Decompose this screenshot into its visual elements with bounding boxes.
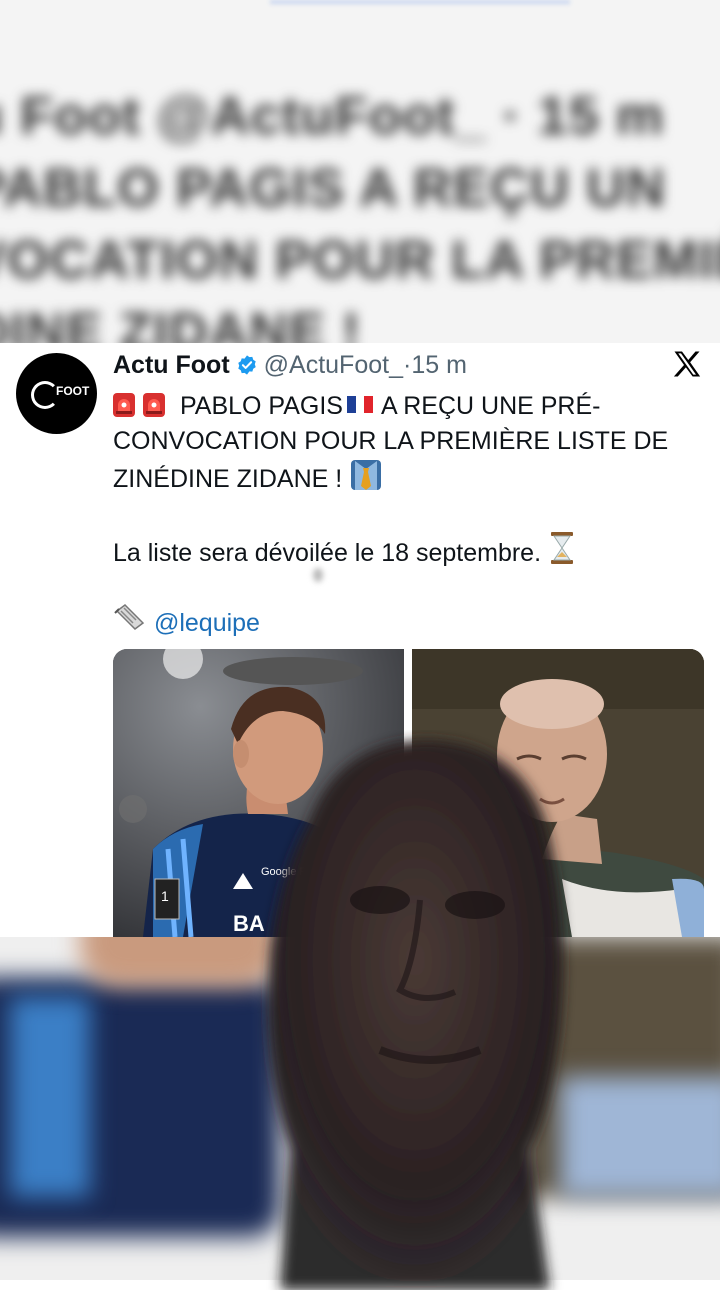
blurred-text: u Foot @ActuFoot_ · 15 m PABLO PAGIS A R… [0,80,720,343]
blurred-line-2: PABLO PAGIS A REÇU UN [0,158,667,218]
author-name[interactable]: Actu Foot [113,351,230,380]
siren-icon [113,393,135,417]
tweet-line-3-text: ZINÉDINE ZIDANE ! [113,465,343,493]
newspaper-icon [114,604,145,630]
progress-bar [270,0,570,4]
avatar-label: FOOT [56,384,90,398]
hourglass-icon [550,532,573,564]
tweet-line-1-text: PABLO PAGIS [179,392,343,420]
separator-dot: · [402,350,412,379]
logo-ring-icon [31,381,59,409]
tweet-header: Actu Foot @ActuFoot_ · 15 m [113,349,467,381]
x-logo-icon[interactable] [672,349,702,379]
author-handle[interactable]: @ActuFoot_ [264,351,403,380]
blurred-line-1: u Foot @ActuFoot_ · 15 m [0,86,665,146]
blurred-shirt-stripe [10,997,90,1197]
tweet-line-4: La liste sera dévoilée le 18 septembre. [113,531,708,567]
tweet-text: PABLO PAGIS A REÇU UNE PRÉ- CONVOCATION P… [113,387,708,639]
france-flag-icon [346,387,373,413]
blurred-background-top: u Foot @ActuFoot_ · 15 m PABLO PAGIS A R… [0,0,720,343]
tweet-time[interactable]: 15 m [411,351,467,380]
verified-badge-icon [237,355,256,375]
tweet-line-1b-text: A REÇU UNE PRÉ- [380,392,601,420]
tweet-line-5: @lequipe [113,603,708,639]
screen-smudge [313,568,323,582]
ligue-badge-text: 1 [161,888,169,904]
necktie-icon [351,460,382,490]
blurred-line-3: VOCATION POUR LA PREMIÈ [0,230,720,290]
siren-icon-2 [143,393,165,417]
blurred-line-4: DINE ZIDANE ! [0,302,361,343]
tweet-line-3: ZINÉDINE ZIDANE ! [113,459,708,495]
tweet-line-2: CONVOCATION POUR LA PREMIÈRE LISTE DE [113,427,669,455]
creator-camera-overlay [267,740,564,1290]
tweet-line-4-text: La liste sera dévoilée le 18 septembre. [113,539,542,567]
avatar[interactable]: FOOT [16,353,97,434]
tweet-line-1: PABLO PAGIS A REÇU UNE PRÉ- [113,387,708,423]
mention-link[interactable]: @lequipe [154,609,260,637]
